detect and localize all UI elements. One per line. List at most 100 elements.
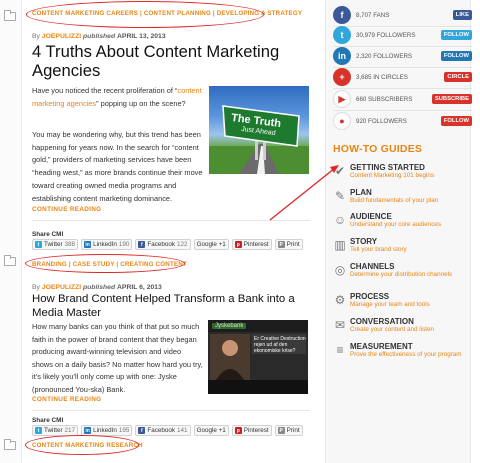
guide-title[interactable]: CONVERSATION xyxy=(350,317,414,326)
facebook-icon: f xyxy=(138,241,146,248)
author-link[interactable]: JOEPULIZZI xyxy=(42,284,81,291)
google-plus-share-button[interactable]: Google +1 xyxy=(193,425,229,436)
google-plus-share-button[interactable]: Google +1 xyxy=(193,239,229,250)
youtube-icon[interactable]: ▶ xyxy=(333,90,351,108)
left-rail xyxy=(0,0,22,463)
social-row[interactable]: +3,685 IN CIRCLES CIRCLE xyxy=(333,67,472,87)
guide-subtitle[interactable]: Tell your brand story xyxy=(350,246,407,255)
article-date: APRIL 6, 2013 xyxy=(117,284,162,291)
twitter-share-button[interactable]: t Twitter 388 xyxy=(32,239,79,250)
guide-title[interactable]: MEASUREMENT xyxy=(350,342,413,351)
article-byline: By JOEPULIZZI published APRIL 13, 2013 xyxy=(32,33,166,40)
facebook-share-button[interactable]: f Facebook 122 xyxy=(135,239,191,250)
guide-subtitle[interactable]: Understand your core audiences xyxy=(350,221,441,230)
print-icon: P xyxy=(277,241,285,248)
social-row[interactable]: f 8,707 FANS LIKE xyxy=(333,5,472,25)
bar-chart-icon: ≡ xyxy=(336,343,344,357)
guide-item[interactable]: ✉ CONVERSATION Create your content and lis… xyxy=(333,317,472,339)
sidebar-panel: f 8,707 FANS LIKE t 30,979 FOLLOWERS FOLLOW in… xyxy=(325,0,472,463)
print-button[interactable]: P Print xyxy=(274,425,303,436)
social-row[interactable]: ● 920 FOLLOWERS FOLLOW xyxy=(333,111,472,131)
article-title[interactable]: 4 Truths About Content Marketing Agencie… xyxy=(32,42,312,80)
chat-icon: ✉ xyxy=(334,318,346,332)
article-image[interactable]: Jyskebank Er Creative Destruction rejen … xyxy=(208,320,308,394)
social-count: 920 FOLLOWERS xyxy=(356,117,407,125)
social-row[interactable]: in 2,320 FOLLOWERS FOLLOW xyxy=(333,46,472,66)
guide-title[interactable]: AUDIENCE xyxy=(350,212,392,221)
article-list: CONTENT MARKETING CAREERS | CONTENT PLAN… xyxy=(22,0,318,463)
folder-icon[interactable] xyxy=(4,439,16,450)
guide-subtitle[interactable]: Create your content and listen xyxy=(350,326,434,335)
social-count: 2,320 FOLLOWERS xyxy=(356,52,413,60)
social-follow-button[interactable]: FOLLOW xyxy=(440,30,472,40)
sidebar: f 8,707 FANS LIKE t 30,979 FOLLOWERS FOLLOW in… xyxy=(318,0,480,463)
continue-reading-link[interactable]: CONTINUE READING xyxy=(32,206,101,213)
facebook-icon: f xyxy=(138,427,146,434)
guide-subtitle[interactable]: Determine your distribution channels xyxy=(350,271,468,280)
guide-item[interactable]: ✔ GETTING STARTED Content Marketing 101 be… xyxy=(333,163,472,185)
guide-item[interactable]: ◎ CHANNELS Determine your distribution cha… xyxy=(333,262,472,284)
social-row[interactable]: ▶ 660 SUBSCRIBERS SUBSCRIBE xyxy=(333,89,472,109)
guide-item[interactable]: ✎ PLAN Build fundamentals of your plan xyxy=(333,188,472,210)
article-byline: By JOEPULIZZI published APRIL 6, 2013 xyxy=(32,284,162,291)
article-excerpt: How many banks can you think of that put… xyxy=(32,322,203,394)
guide-title[interactable]: GETTING STARTED xyxy=(350,163,425,172)
guide-subtitle[interactable]: Build fundamentals of your plan xyxy=(350,197,438,206)
annotation-ellipse xyxy=(25,435,139,455)
guide-title[interactable]: PLAN xyxy=(350,188,372,197)
article-excerpt-continued: You may be wondering why, but this trend… xyxy=(32,130,203,203)
share-bar: t Twitter 388 in LinkedIn 190 f Facebook 122 G… xyxy=(32,239,303,250)
social-follow-button[interactable]: LIKE xyxy=(452,10,472,20)
howto-heading: HOW-TO GUIDES xyxy=(333,143,423,155)
guide-subtitle[interactable]: Prove the effectiveness of your program xyxy=(350,351,468,360)
social-row[interactable]: t 30,979 FOLLOWERS FOLLOW xyxy=(333,25,472,45)
guide-item[interactable]: ▥ STORY Tell your brand story xyxy=(333,237,472,259)
google-plus-icon[interactable]: + xyxy=(333,68,351,86)
folder-icon[interactable] xyxy=(4,255,16,266)
book-icon: ▥ xyxy=(334,238,346,252)
linkedin-share-button[interactable]: in LinkedIn 190 xyxy=(81,239,133,250)
guide-subtitle[interactable]: Content Marketing 101 begins xyxy=(350,172,434,181)
social-count: 660 SUBSCRIBERS xyxy=(356,95,413,103)
checkmark-icon: ✔ xyxy=(334,164,346,178)
pencil-icon: ✎ xyxy=(334,189,346,203)
divider xyxy=(32,410,310,411)
linkedin-icon: in xyxy=(84,241,92,248)
pinterest-share-button[interactable]: p Pinterest xyxy=(231,239,272,250)
pinterest-icon[interactable]: ● xyxy=(333,112,351,130)
social-follow-button[interactable]: FOLLOW xyxy=(440,51,472,61)
print-button[interactable]: P Print xyxy=(274,239,303,250)
print-icon: P xyxy=(277,427,285,434)
social-follow-button[interactable]: SUBSCRIBE xyxy=(431,94,472,104)
pinterest-icon: p xyxy=(234,241,242,248)
gears-icon: ⚙ xyxy=(334,293,346,307)
facebook-share-button[interactable]: f Facebook 141 xyxy=(135,425,191,436)
folder-icon[interactable] xyxy=(4,10,16,21)
facebook-icon[interactable]: f xyxy=(333,6,351,24)
twitter-icon: t xyxy=(35,427,42,434)
pinterest-share-button[interactable]: p Pinterest xyxy=(231,425,272,436)
author-link[interactable]: JOEPULIZZI xyxy=(42,33,81,40)
article-title[interactable]: How Brand Content Helped Transform a Ban… xyxy=(32,293,318,320)
social-follow-button[interactable]: FOLLOW xyxy=(440,116,472,126)
broadcast-icon: ◎ xyxy=(334,263,346,277)
article-date: APRIL 13, 2013 xyxy=(117,33,166,40)
guide-subtitle[interactable]: Manage your team and tools xyxy=(350,301,430,310)
twitter-icon[interactable]: t xyxy=(333,26,351,44)
pinterest-icon: p xyxy=(234,427,242,434)
annotation-ellipse xyxy=(26,1,264,28)
guide-item[interactable]: ⚙ PROCESS Manage your team and tools xyxy=(333,292,472,314)
social-follow-button[interactable]: CIRCLE xyxy=(444,72,472,82)
guide-title[interactable]: PROCESS xyxy=(350,292,389,301)
guide-item[interactable]: ☺ AUDIENCE Understand your core audiences xyxy=(333,212,472,234)
linkedin-icon[interactable]: in xyxy=(333,47,351,65)
continue-reading-link[interactable]: CONTINUE READING xyxy=(32,396,101,403)
share-label: Share CMI xyxy=(32,231,64,238)
people-icon: ☺ xyxy=(333,213,347,227)
article-image[interactable]: The Truth Just Ahead xyxy=(209,86,309,174)
guide-item[interactable]: ≡ MEASUREMENT Prove the effectiveness of y… xyxy=(333,342,472,370)
social-count: 30,979 FOLLOWERS xyxy=(356,31,416,39)
guide-title[interactable]: CHANNELS xyxy=(350,262,394,271)
social-count: 8,707 FANS xyxy=(356,11,390,19)
guide-title[interactable]: STORY xyxy=(350,237,377,246)
